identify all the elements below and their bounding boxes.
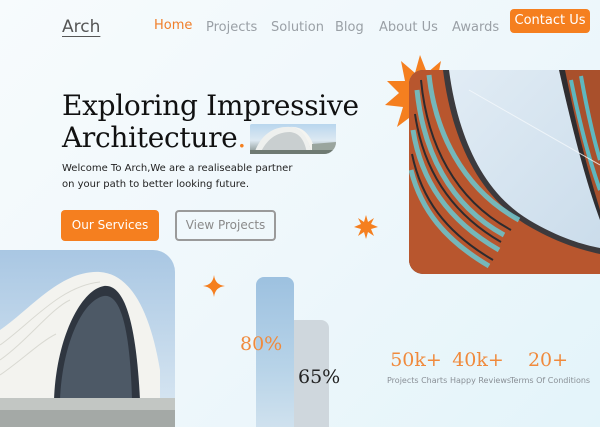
tower-facade-graphic [409, 70, 600, 274]
nav-blog[interactable]: Blog [335, 20, 364, 35]
nav-projects[interactable]: Projects [206, 20, 257, 35]
view-projects-button[interactable]: View Projects [175, 210, 276, 241]
stat-value: 20+ [527, 349, 569, 371]
stat-value: 40k+ [452, 349, 504, 371]
inline-building-graphic [250, 126, 336, 154]
stat-reviews: 40k+ Happy Reviews [450, 348, 512, 385]
stat-label: Projects Charts [387, 376, 448, 385]
stat-value: 50k+ [390, 349, 442, 371]
hero-title-line1: Exploring Impressive [62, 89, 359, 122]
nav-about-us[interactable]: About Us [379, 20, 438, 35]
contact-us-button[interactable]: Contact Us [510, 9, 590, 33]
nav-awards[interactable]: Awards [452, 20, 499, 35]
stat-terms: 20+ Terms Of Conditions [510, 348, 591, 385]
stat-label: Terms Of Conditions [510, 376, 591, 385]
progress-label-secondary: 65% [298, 366, 341, 388]
sparkle-icon [203, 275, 225, 297]
hero-title-line2: Architecture [62, 121, 238, 154]
building-photo [0, 250, 175, 427]
nav-home[interactable]: Home [154, 18, 192, 33]
small-burst-icon [354, 215, 378, 239]
inline-architecture-image [250, 124, 336, 154]
hero-title-dot: . [237, 121, 247, 154]
hero-description: Welcome To Arch,We are a realiseable par… [62, 163, 293, 190]
stat-label: Happy Reviews [450, 376, 512, 385]
hero-photo-tower [409, 70, 600, 274]
nav-solution[interactable]: Solution [271, 20, 324, 35]
wave-building-graphic [0, 250, 175, 427]
our-services-button[interactable]: Our Services [61, 210, 159, 241]
progress-label-primary: 80% [240, 333, 283, 355]
stat-projects: 50k+ Projects Charts [387, 348, 448, 385]
